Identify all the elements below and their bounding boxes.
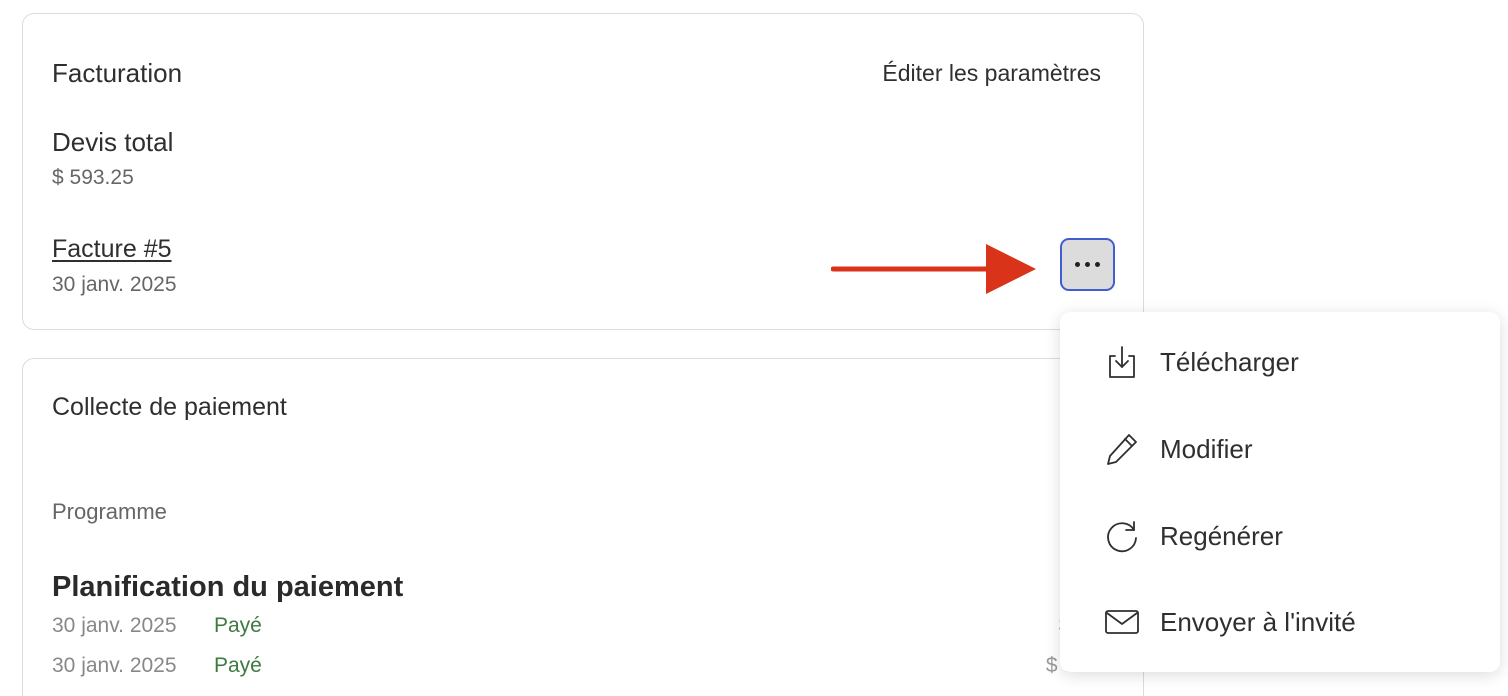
invoice-actions-menu: Télécharger Modifier Regénérer Envoyer à… — [1060, 312, 1500, 672]
payment-date: 30 janv. 2025 — [52, 654, 177, 677]
more-dot — [1085, 262, 1090, 267]
program-label: Programme — [52, 499, 167, 524]
menu-item-regenerate[interactable]: Regénérer — [1060, 506, 1500, 566]
pencil-icon — [1107, 434, 1137, 465]
more-dots-icon — [1075, 262, 1080, 267]
page: Facturation Éditer les paramètres Devis … — [0, 0, 1508, 696]
menu-item-label: Envoyer à l'invité — [1160, 606, 1356, 637]
payment-collection-card: Collecte de paiement Programme Planifica… — [22, 358, 1144, 696]
menu-item-label: Regénérer — [1160, 520, 1283, 551]
menu-item-label: Télécharger — [1160, 346, 1299, 377]
quote-total-label: Devis total — [52, 127, 174, 157]
envelope-icon — [1105, 610, 1139, 634]
invoice-link[interactable]: Facture #5 — [52, 235, 172, 264]
quote-total-value: $ 593.25 — [52, 166, 134, 189]
menu-item-edit[interactable]: Modifier — [1060, 419, 1500, 479]
menu-item-label: Modifier — [1160, 433, 1253, 464]
menu-item-download[interactable]: Télécharger — [1060, 332, 1500, 392]
invoice-more-options-button[interactable] — [1060, 238, 1115, 291]
payment-date: 30 janv. 2025 — [52, 614, 177, 637]
menu-item-send-to-guest[interactable]: Envoyer à l'invité — [1060, 592, 1500, 652]
annotation-arrow-icon — [831, 244, 1036, 294]
payment-row: 30 janv. 2025 Payé $ 50.00 — [52, 654, 1116, 684]
payment-schedule-title: Planification du paiement — [52, 571, 404, 603]
invoice-date: 30 janv. 2025 — [52, 273, 177, 296]
download-icon — [1109, 346, 1135, 378]
billing-title: Facturation — [52, 58, 183, 88]
more-dot — [1095, 262, 1100, 267]
payment-row: 30 janv. 2025 Payé $ 1 — [52, 614, 1116, 644]
edit-settings-link[interactable]: Éditer les paramètres — [882, 60, 1101, 87]
payment-collection-title: Collecte de paiement — [52, 393, 287, 421]
payment-status: Payé — [214, 614, 262, 637]
refresh-icon — [1107, 521, 1137, 553]
payment-status: Payé — [214, 654, 262, 677]
